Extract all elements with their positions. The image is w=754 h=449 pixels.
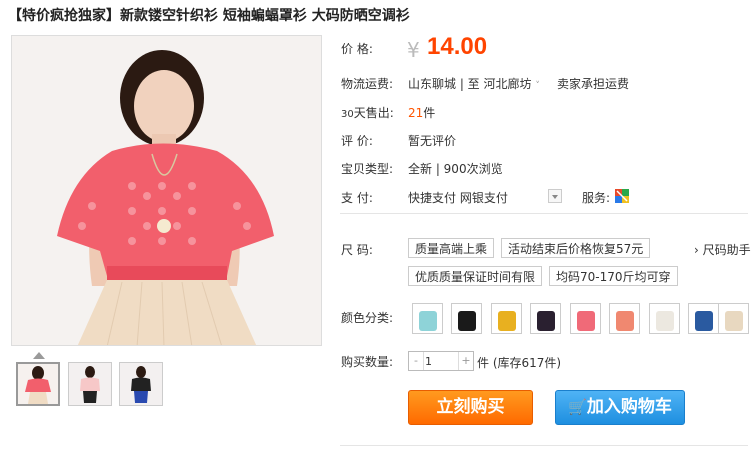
- divider: [340, 213, 748, 214]
- item-type-label: 宝贝类型:: [341, 162, 394, 176]
- sales-count-unit: 件: [423, 106, 436, 120]
- quantity-stepper[interactable]: - +: [408, 351, 474, 371]
- size-option-2[interactable]: 活动结束后价格恢复57元: [501, 238, 651, 258]
- color-swatch-4[interactable]: [530, 303, 561, 334]
- payment-options: 快捷支付 网银支付: [408, 191, 508, 205]
- payment-dropdown-icon[interactable]: [548, 189, 562, 203]
- cart-icon: 🛒: [568, 398, 587, 416]
- color-swatch-2[interactable]: [451, 303, 482, 334]
- size-option-1[interactable]: 质量高端上乘: [408, 238, 495, 258]
- shipping-note: 卖家承担运费: [557, 77, 630, 91]
- chevron-down-icon: ˅: [535, 81, 540, 91]
- price-value: 14.00: [427, 33, 488, 60]
- review-value: 暂无评价: [408, 134, 457, 148]
- color-swatch-9[interactable]: [718, 303, 749, 334]
- currency-symbol: ¥: [407, 38, 420, 62]
- shipping-label: 物流运费:: [341, 77, 394, 91]
- bottom-divider: [340, 445, 748, 446]
- shipping-route[interactable]: 山东聊城 | 至 河北廊坊 ˅: [408, 75, 540, 92]
- item-type-value: 全新 | 900次浏览: [408, 162, 503, 176]
- size-label: 尺 码:: [341, 243, 373, 257]
- service-label: 服务:: [582, 191, 611, 205]
- price-label: 价 格:: [341, 42, 373, 56]
- review-label: 评 价:: [341, 134, 373, 148]
- sales-label-days: 30: [341, 109, 354, 120]
- buy-now-button[interactable]: 立刻购买: [408, 390, 533, 425]
- color-swatch-6[interactable]: [609, 303, 640, 334]
- thumbnail-1[interactable]: [16, 362, 60, 406]
- sales-label: 30天售出:: [341, 104, 394, 121]
- payment-label: 支 付:: [341, 191, 373, 205]
- shipping-route-text: 山东聊城 | 至 河北廊坊: [408, 77, 532, 91]
- main-product-image[interactable]: [11, 35, 322, 346]
- service-badge-icon[interactable]: [615, 189, 629, 203]
- add-to-cart-button[interactable]: 🛒加入购物车: [555, 390, 685, 425]
- quantity-increase-button[interactable]: +: [458, 352, 473, 370]
- sales-count-number: 21: [408, 106, 424, 120]
- stock-info: 件 (库存617件): [477, 356, 562, 370]
- quantity-label: 购买数量:: [341, 355, 394, 369]
- color-swatch-1[interactable]: [412, 303, 443, 334]
- quantity-decrease-button[interactable]: -: [409, 352, 424, 370]
- model-illustration: [12, 36, 321, 345]
- color-swatch-3[interactable]: [491, 303, 522, 334]
- thumbnail-pointer: [33, 352, 45, 359]
- size-option-3[interactable]: 优质质量保证时间有限: [408, 266, 543, 286]
- quantity-input[interactable]: [425, 354, 457, 368]
- size-helper-link[interactable]: › 尺码助手: [694, 241, 751, 258]
- sales-count: 21件: [408, 104, 435, 121]
- color-swatch-5[interactable]: [570, 303, 601, 334]
- thumbnail-2[interactable]: [68, 362, 112, 406]
- sales-label-text: 天售出:: [353, 106, 394, 120]
- thumbnail-3[interactable]: [119, 362, 163, 406]
- add-to-cart-label: 加入购物车: [586, 397, 672, 417]
- color-swatch-7[interactable]: [649, 303, 680, 334]
- size-option-4[interactable]: 均码70-170斤均可穿: [549, 266, 678, 286]
- color-swatch-8[interactable]: [688, 303, 719, 334]
- product-title: 【特价疯抢独家】新款镂空针织衫 短袖蝙蝠罩衫 大码防晒空调衫: [8, 8, 410, 24]
- color-label: 颜色分类:: [341, 311, 394, 325]
